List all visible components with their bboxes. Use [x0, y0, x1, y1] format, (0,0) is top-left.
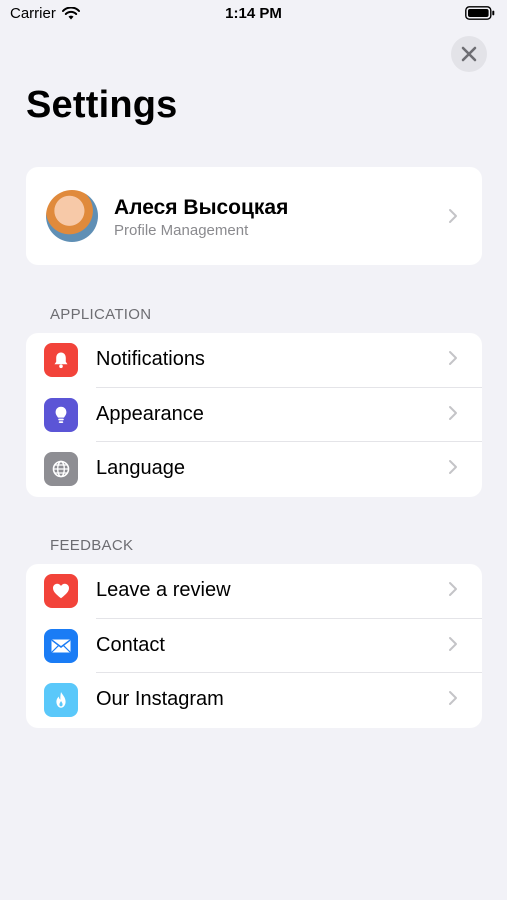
settings-row-label: Notifications	[96, 348, 205, 370]
feedback-group: Leave a review Contact Our Instagram	[26, 564, 482, 728]
profile-subtitle: Profile Management	[114, 222, 249, 239]
battery-icon	[465, 6, 495, 24]
section-header-application: APPLICATION	[50, 306, 152, 323]
status-bar: Carrier 1:14 PM	[0, 0, 507, 30]
profile-name: Алеся Высоцкая	[114, 196, 289, 219]
settings-row-leave-review[interactable]: Leave a review	[26, 564, 482, 619]
section-header-feedback: FEEDBACK	[50, 537, 134, 554]
settings-row-label: Language	[96, 457, 185, 479]
close-button[interactable]	[451, 36, 487, 72]
lightbulb-icon	[44, 397, 78, 432]
chevron-right-icon	[449, 405, 457, 420]
settings-row-label: Our Instagram	[96, 688, 224, 710]
close-icon	[461, 46, 477, 62]
application-group: Notifications Appearance Language	[26, 333, 482, 497]
settings-row-label: Appearance	[96, 402, 204, 425]
settings-row-label: Contact	[96, 633, 165, 656]
settings-row-instagram[interactable]: Our Instagram	[26, 673, 482, 728]
chevron-right-icon	[449, 691, 457, 705]
chevron-right-icon	[449, 351, 457, 365]
chevron-right-icon	[449, 209, 457, 223]
chevron-right-icon	[449, 636, 457, 651]
settings-row-label: Leave a review	[96, 579, 231, 601]
profile-card[interactable]: Алеся Высоцкая Profile Management	[26, 167, 482, 265]
settings-row-contact[interactable]: Contact	[26, 619, 482, 673]
flame-icon	[44, 683, 78, 717]
avatar	[46, 190, 98, 242]
globe-icon	[44, 452, 78, 486]
heart-icon	[44, 574, 78, 608]
chevron-right-icon	[449, 460, 457, 474]
page-title: Settings	[26, 84, 178, 126]
bell-icon	[44, 343, 78, 377]
mail-icon	[44, 628, 78, 663]
settings-row-appearance[interactable]: Appearance	[26, 388, 482, 442]
settings-row-language[interactable]: Language	[26, 442, 482, 497]
status-time: 1:14 PM	[225, 5, 282, 22]
settings-row-notifications[interactable]: Notifications	[26, 333, 482, 388]
chevron-right-icon	[449, 582, 457, 596]
